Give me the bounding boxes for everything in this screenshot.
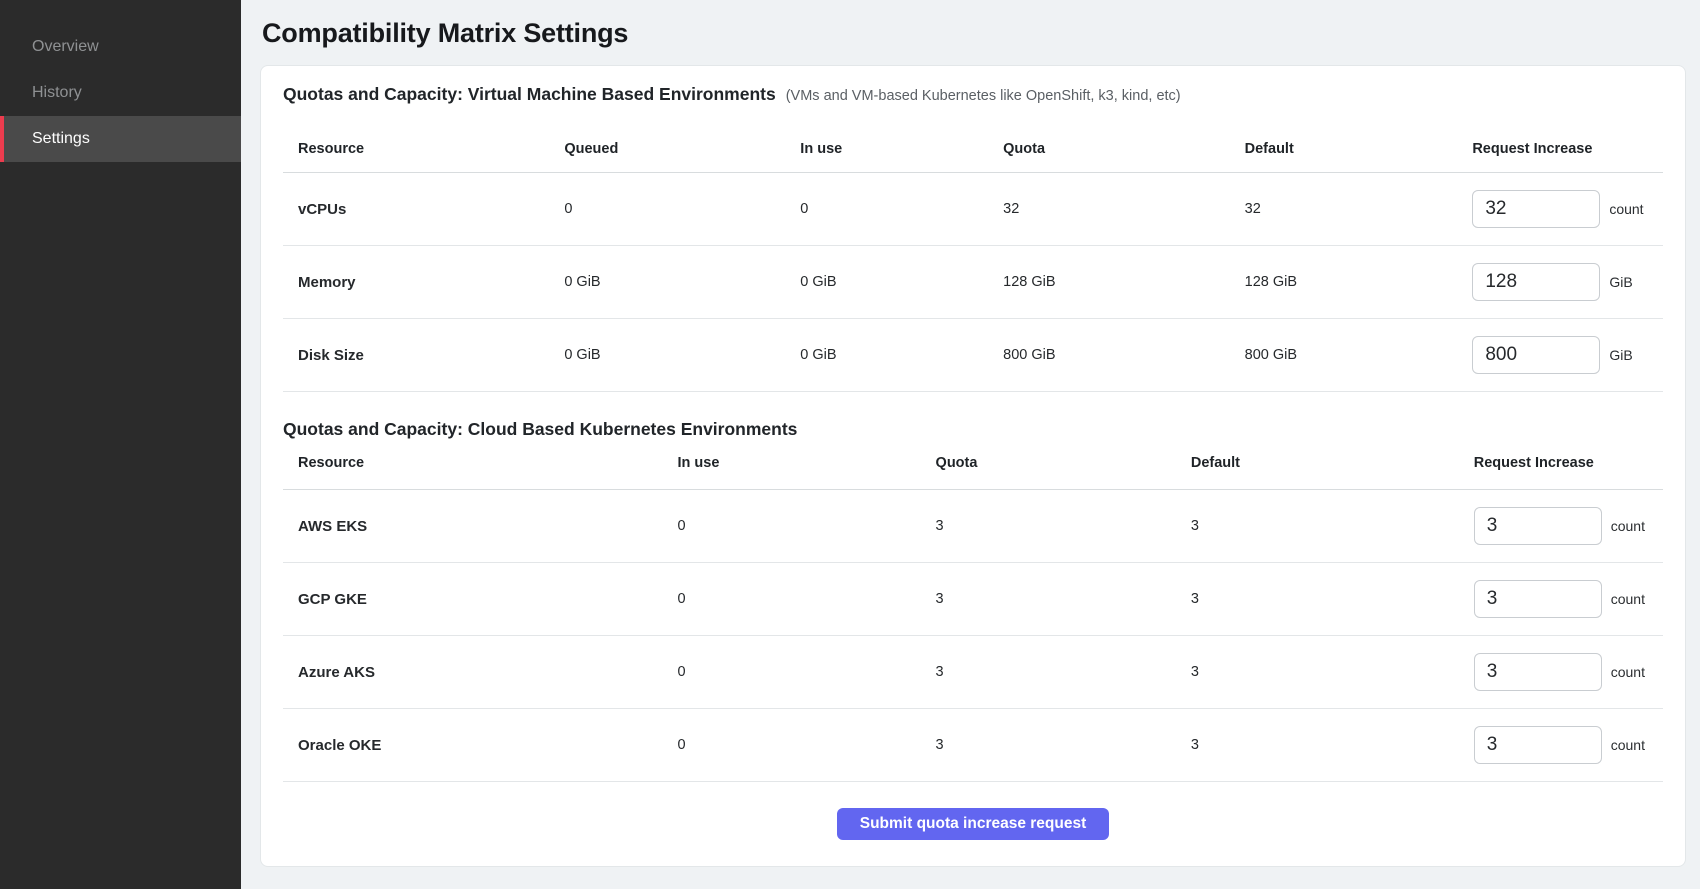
sidebar-nav: Overview History Settings xyxy=(0,24,241,162)
cell-value: 3 xyxy=(1176,709,1459,782)
cell-value: 128 GiB xyxy=(988,246,1229,319)
cell-value: 0 xyxy=(663,490,921,563)
sidebar-item-history[interactable]: History xyxy=(0,70,241,116)
resource-label: Oracle OKE xyxy=(283,709,663,782)
section-subtitle: (VMs and VM-based Kubernetes like OpenSh… xyxy=(786,84,1181,108)
table-row: GCP GKE033count xyxy=(283,563,1663,636)
unit-label: count xyxy=(1611,664,1645,680)
column-header: Quota xyxy=(921,441,1176,490)
section-header: Quotas and Capacity: Cloud Based Kuberne… xyxy=(283,417,1663,441)
request-increase-input[interactable] xyxy=(1474,507,1602,545)
column-header: In use xyxy=(785,108,988,173)
request-increase-input[interactable] xyxy=(1474,580,1602,618)
cell-value: 3 xyxy=(921,636,1176,709)
request-increase-input[interactable] xyxy=(1474,653,1602,691)
sidebar-item-label: Settings xyxy=(32,130,90,148)
sidebar-item-label: History xyxy=(32,84,82,102)
request-increase-input[interactable] xyxy=(1472,190,1600,228)
sidebar: Overview History Settings xyxy=(0,0,241,889)
cell-value: 0 GiB xyxy=(549,246,785,319)
table-row: Memory0 GiB0 GiB128 GiB128 GiBGiB xyxy=(283,246,1663,319)
cell-value: 3 xyxy=(1176,636,1459,709)
request-increase-control: GiB xyxy=(1472,336,1663,374)
request-increase-input[interactable] xyxy=(1474,726,1602,764)
column-header: Queued xyxy=(549,108,785,173)
cell-value: 3 xyxy=(921,490,1176,563)
request-increase-control: GiB xyxy=(1472,263,1663,301)
cell-value: 0 xyxy=(785,173,988,246)
column-header: Request Increase xyxy=(1459,441,1663,490)
table-row: vCPUs003232count xyxy=(283,173,1663,246)
resource-label: AWS EKS xyxy=(283,490,663,563)
cell-value: 32 xyxy=(988,173,1229,246)
card-footer: Submit quota increase request xyxy=(283,782,1663,840)
cell-value: 32 xyxy=(1230,173,1458,246)
column-header: Resource xyxy=(283,108,549,173)
submit-quota-button[interactable]: Submit quota increase request xyxy=(837,808,1110,840)
cell-value: 0 GiB xyxy=(549,319,785,392)
sidebar-item-settings[interactable]: Settings xyxy=(0,116,241,162)
request-increase-control: count xyxy=(1474,726,1663,764)
section-cloud-kubernetes: Quotas and Capacity: Cloud Based Kuberne… xyxy=(283,417,1663,782)
resource-label: vCPUs xyxy=(283,173,549,246)
resource-label: GCP GKE xyxy=(283,563,663,636)
section-title: Quotas and Capacity: Cloud Based Kuberne… xyxy=(283,417,797,441)
cell-value: 0 xyxy=(663,709,921,782)
cell-value: 3 xyxy=(921,563,1176,636)
resource-label: Disk Size xyxy=(283,319,549,392)
column-header: Resource xyxy=(283,441,663,490)
request-increase-control: count xyxy=(1472,190,1663,228)
resource-label: Memory xyxy=(283,246,549,319)
active-indicator-bar xyxy=(0,116,4,162)
cell-value: 3 xyxy=(1176,490,1459,563)
section-header: Quotas and Capacity: Virtual Machine Bas… xyxy=(283,82,1663,108)
column-header: In use xyxy=(663,441,921,490)
vm-quota-table: ResourceQueuedIn useQuotaDefaultRequest … xyxy=(283,108,1663,392)
cell-value: 800 GiB xyxy=(988,319,1229,392)
table-header-row: ResourceIn useQuotaDefaultRequest Increa… xyxy=(283,441,1663,490)
request-increase-control: count xyxy=(1474,580,1663,618)
app-root: Overview History Settings Compatibility … xyxy=(0,0,1700,889)
cell-value: 0 xyxy=(663,563,921,636)
column-header: Quota xyxy=(988,108,1229,173)
page-title: Compatibility Matrix Settings xyxy=(262,14,1686,52)
request-increase-input[interactable] xyxy=(1472,336,1600,374)
resource-label: Azure AKS xyxy=(283,636,663,709)
table-row: Azure AKS033count xyxy=(283,636,1663,709)
cell-value: 0 xyxy=(663,636,921,709)
section-vm-environments: Quotas and Capacity: Virtual Machine Bas… xyxy=(283,82,1663,392)
request-increase-control: count xyxy=(1474,507,1663,545)
cell-value: 128 GiB xyxy=(1230,246,1458,319)
table-row: Disk Size0 GiB0 GiB800 GiB800 GiBGiB xyxy=(283,319,1663,392)
column-header: Default xyxy=(1230,108,1458,173)
request-increase-control: count xyxy=(1474,653,1663,691)
main-content: Compatibility Matrix Settings Quotas and… xyxy=(241,0,1700,889)
column-header: Request Increase xyxy=(1457,108,1663,173)
cell-value: 0 GiB xyxy=(785,319,988,392)
sidebar-item-overview[interactable]: Overview xyxy=(0,24,241,70)
table-row: Oracle OKE033count xyxy=(283,709,1663,782)
column-header: Default xyxy=(1176,441,1459,490)
cell-value: 0 GiB xyxy=(785,246,988,319)
sidebar-item-label: Overview xyxy=(32,38,99,56)
unit-label: count xyxy=(1611,737,1645,753)
unit-label: GiB xyxy=(1609,347,1632,363)
cell-value: 0 xyxy=(549,173,785,246)
cloud-quota-table: ResourceIn useQuotaDefaultRequest Increa… xyxy=(283,441,1663,782)
cell-value: 3 xyxy=(921,709,1176,782)
table-row: AWS EKS033count xyxy=(283,490,1663,563)
unit-label: count xyxy=(1609,201,1643,217)
unit-label: count xyxy=(1611,518,1645,534)
table-header-row: ResourceQueuedIn useQuotaDefaultRequest … xyxy=(283,108,1663,173)
request-increase-input[interactable] xyxy=(1472,263,1600,301)
unit-label: count xyxy=(1611,591,1645,607)
cell-value: 800 GiB xyxy=(1230,319,1458,392)
unit-label: GiB xyxy=(1609,274,1632,290)
section-title: Quotas and Capacity: Virtual Machine Bas… xyxy=(283,82,776,106)
settings-card: Quotas and Capacity: Virtual Machine Bas… xyxy=(260,65,1686,867)
cell-value: 3 xyxy=(1176,563,1459,636)
